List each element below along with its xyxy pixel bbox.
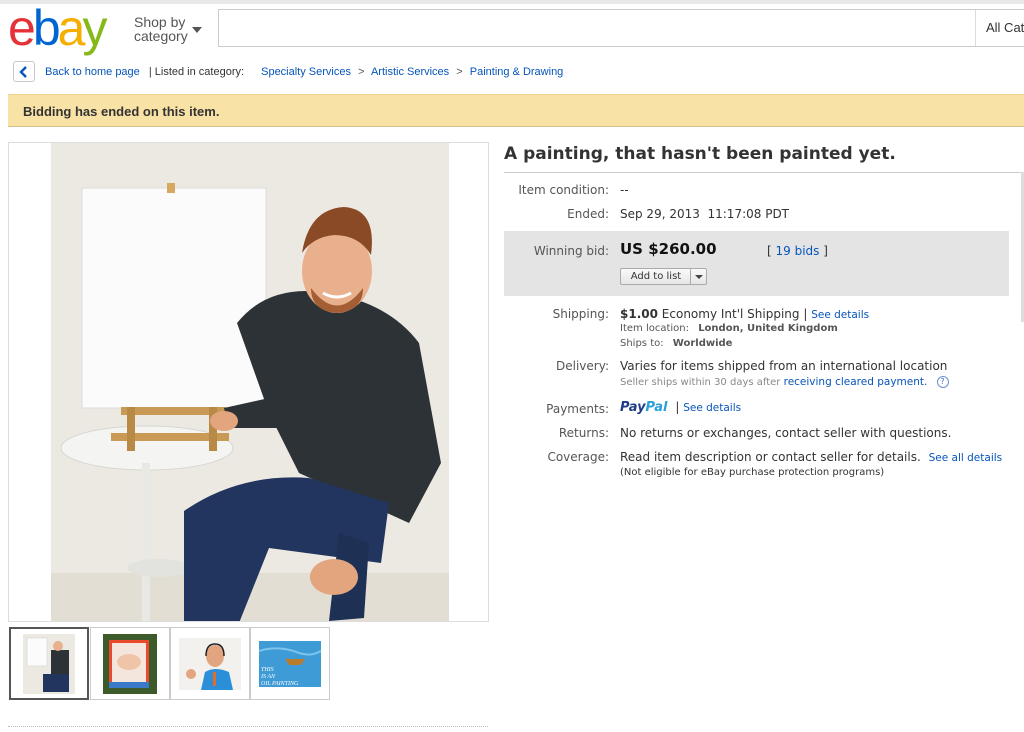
thumb-photo-man-canvas: [23, 633, 75, 694]
payments-separator: |: [675, 400, 680, 414]
coverage-sub: (Not eligible for eBay purchase protecti…: [620, 467, 885, 478]
thumb-photo-baby: [103, 633, 157, 694]
shipping-method: Economy Int'l Shipping |: [661, 307, 808, 321]
search-input[interactable]: [219, 10, 969, 46]
coverage-label: Coverage:: [547, 450, 609, 464]
coverage-value: Read item description or contact seller …: [620, 450, 1002, 464]
back-to-home-link[interactable]: Back to home page: [45, 66, 140, 78]
thumbnail-man-with-canvas[interactable]: [9, 627, 89, 700]
back-button[interactable]: [13, 61, 35, 82]
bids-bracket-open: [: [767, 244, 772, 258]
payments-see-details-link[interactable]: See details: [683, 402, 741, 414]
ended-label: Ended:: [567, 207, 609, 221]
ships-to-value: Worldwide: [672, 338, 733, 349]
breadcrumb-artistic-services[interactable]: Artistic Services: [371, 66, 449, 78]
item-location: Item location: London, United Kingdom: [620, 323, 838, 334]
ended-value: Sep 29, 2013 11:17:08 PDT: [620, 207, 790, 221]
shop-by-label: Shop by: [134, 14, 186, 30]
thumb-text-line-2: IS AN: [260, 674, 276, 680]
paypal-logo-pal: Pal: [645, 400, 668, 415]
returns-value: No returns or exchanges, contact seller …: [620, 426, 952, 440]
main-item-photo[interactable]: [8, 142, 489, 622]
thumb-photo-boat: THIS IS AN OIL PAINTING: [259, 640, 321, 687]
thumb-text-line-3: OIL PAINTING: [261, 681, 299, 687]
bid-history-link[interactable]: 19 bids: [776, 244, 820, 258]
shop-by-category-button[interactable]: Shop by category: [134, 14, 202, 44]
condition-value: --: [620, 183, 629, 197]
item-location-value: London, United Kingdom: [698, 323, 838, 334]
item-location-label: Item location:: [620, 323, 689, 334]
shipping-value: $1.00 Economy Int'l Shipping | See detai…: [620, 307, 869, 321]
add-to-list-button[interactable]: Add to list: [620, 268, 707, 285]
chevron-left-icon: [19, 66, 27, 78]
breadcrumb: Back to home page | Listed in category: …: [45, 66, 563, 78]
delivery-sub-text: Seller ships within 30 days after: [620, 377, 781, 388]
logo-letter-a: a: [57, 0, 86, 56]
breadcrumb-painting-drawing[interactable]: Painting & Drawing: [470, 66, 564, 78]
delivery-value: Varies for items shipped from an interna…: [620, 359, 948, 373]
ebay-logo[interactable]: ebay: [8, 0, 107, 56]
top-border: [0, 0, 1024, 4]
logo-letter-b: b: [32, 0, 61, 56]
title-divider: [504, 172, 1024, 173]
bids-bracket-close: ]: [823, 244, 828, 258]
payments-label: Payments:: [546, 402, 609, 416]
coverage-text: Read item description or contact seller …: [620, 450, 921, 464]
see-all-details-link[interactable]: See all details: [929, 452, 1003, 464]
paypal-logo: PayPal: [620, 400, 667, 415]
paypal-logo-pay: Pay: [620, 400, 646, 415]
category-label: category: [134, 28, 188, 44]
thumbnail-boat-painting[interactable]: THIS IS AN OIL PAINTING: [250, 627, 330, 700]
breadcrumb-specialty-services[interactable]: Specialty Services: [261, 66, 351, 78]
thumb-photo-headset: [179, 637, 241, 690]
category-select[interactable]: All Cate: [975, 10, 1024, 46]
delivery-label: Delivery:: [556, 359, 609, 373]
listed-in-label: | Listed in category:: [148, 66, 245, 78]
dotted-divider: [8, 726, 488, 727]
breadcrumb-separator: >: [456, 66, 463, 78]
photo-man-with-blank-canvas: [9, 143, 488, 621]
help-icon[interactable]: ?: [936, 376, 949, 388]
cleared-payment-link[interactable]: receiving cleared payment.: [784, 376, 928, 388]
returns-label: Returns:: [558, 426, 609, 440]
shipping-label: Shipping:: [552, 307, 609, 321]
logo-letter-y: y: [82, 0, 107, 56]
bid-count: [ 19 bids ]: [767, 244, 828, 258]
winning-bid-box: [504, 231, 1009, 296]
bidding-ended-banner: Bidding has ended on this item.: [8, 94, 1024, 127]
winning-bid-label: Winning bid:: [533, 244, 609, 258]
caret-down-icon[interactable]: [690, 269, 706, 284]
condition-label: Item condition:: [518, 183, 609, 197]
thumbnail-man-with-headset[interactable]: [170, 627, 250, 700]
shipping-see-details-link[interactable]: See details: [811, 309, 869, 321]
add-to-list-label: Add to list: [630, 271, 682, 282]
caret-down-icon: [192, 27, 202, 33]
search-bar: All Cate: [218, 9, 1024, 47]
bidding-ended-text: Bidding has ended on this item.: [23, 104, 220, 119]
item-title: A painting, that hasn't been painted yet…: [504, 144, 896, 164]
ships-to-label: Ships to:: [620, 338, 664, 349]
logo-letter-e: e: [8, 0, 36, 56]
payments-value: PayPal | See details: [620, 400, 741, 415]
shipping-price: $1.00: [620, 307, 658, 321]
delivery-sub: Seller ships within 30 days after receiv…: [620, 376, 949, 388]
breadcrumb-separator: >: [358, 66, 365, 78]
thumbnail-baby-painting[interactable]: [90, 627, 170, 700]
thumb-text-line-1: THIS: [261, 667, 274, 673]
winning-bid-price: US $260.00: [620, 240, 717, 258]
ships-to: Ships to: Worldwide: [620, 338, 732, 349]
